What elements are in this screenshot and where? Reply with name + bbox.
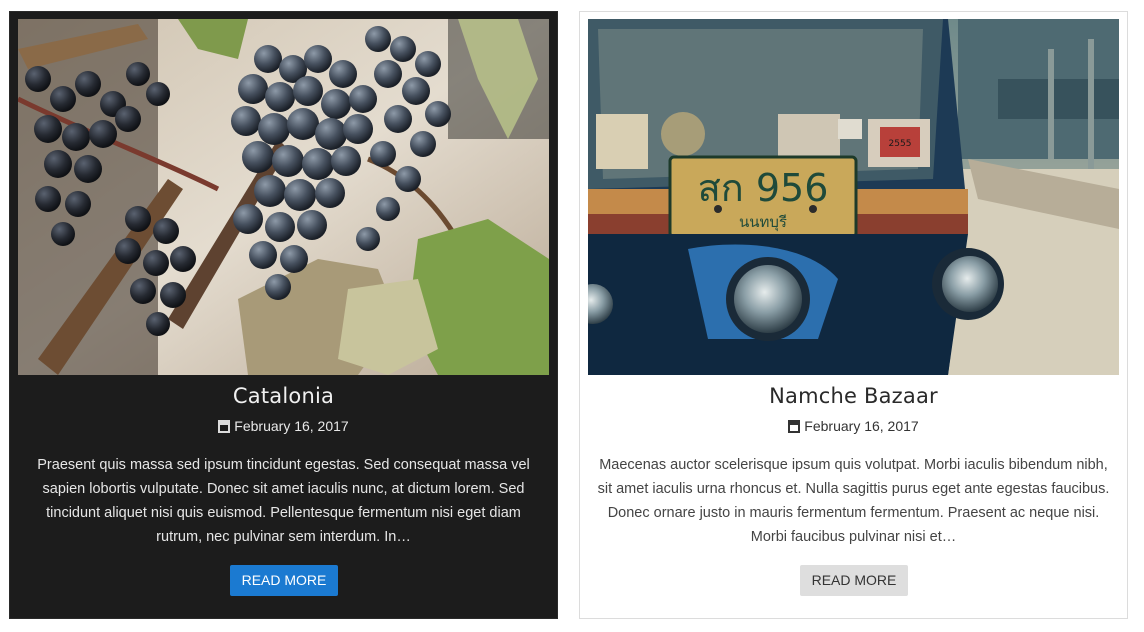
post-card-namche-bazaar: 2555 สก 956 นนทบุรี Namche Bazaar Februa…	[579, 11, 1128, 619]
post-title[interactable]: Namche Bazaar	[580, 384, 1127, 408]
post-excerpt: Maecenas auctor scelerisque ipsum quis v…	[597, 457, 1110, 545]
post-date: February 16, 2017	[10, 418, 557, 434]
post-card-catalonia: Catalonia February 16, 2017 Praesent qui…	[9, 11, 558, 619]
post-thumbnail-tuk-tuk[interactable]: 2555 สก 956 นนทบุรี	[588, 19, 1119, 375]
license-plate-text: สก 956	[698, 166, 829, 210]
post-grid: Catalonia February 16, 2017 Praesent qui…	[0, 0, 1144, 632]
read-more-button[interactable]: READ MORE	[230, 565, 338, 596]
post-date: February 16, 2017	[580, 418, 1127, 434]
post-title[interactable]: Catalonia	[10, 384, 557, 408]
post-date-text: February 16, 2017	[804, 418, 919, 434]
sticker-text: 2555	[889, 139, 912, 149]
tuk-tuk-photo: 2555 สก 956 นนทบุรี	[588, 19, 1119, 375]
license-plate-subtext: นนทบุรี	[739, 213, 787, 232]
post-thumbnail-grapes[interactable]	[18, 19, 549, 375]
grapes-photo	[18, 19, 549, 375]
calendar-icon	[218, 419, 231, 433]
calendar-icon	[788, 419, 801, 433]
post-date-text: February 16, 2017	[234, 418, 349, 434]
post-excerpt: Praesent quis massa sed ipsum tincidunt …	[37, 457, 530, 545]
read-more-button[interactable]: READ MORE	[800, 565, 908, 596]
